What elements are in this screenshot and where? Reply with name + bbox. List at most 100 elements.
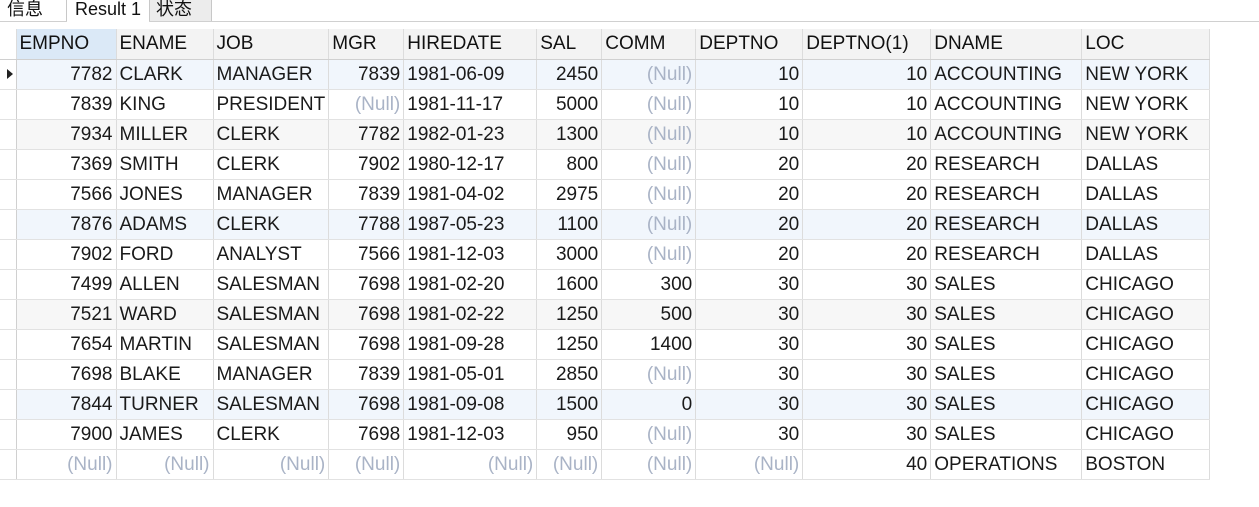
table-cell[interactable]: 7698 <box>328 419 405 450</box>
table-cell[interactable]: 7566 <box>16 179 117 210</box>
table-cell[interactable]: (Null) <box>328 89 405 120</box>
table-cell[interactable]: 5000 <box>536 89 603 120</box>
table-cell[interactable]: 1980-12-17 <box>403 149 538 180</box>
table-row[interactable]: 7782 CLARK MANAGER 7839 1981-06-09 2450 (Null)… <box>0 59 1211 90</box>
table-cell[interactable]: 20 <box>802 239 932 270</box>
table-cell[interactable]: 1981-02-20 <box>403 269 538 300</box>
table-cell[interactable]: CLERK <box>213 149 330 180</box>
table-cell[interactable]: 1981-05-01 <box>403 359 538 390</box>
row-selector[interactable] <box>0 89 17 120</box>
table-cell[interactable]: 1250 <box>536 329 603 360</box>
table-cell[interactable]: 1982-01-23 <box>403 119 538 150</box>
table-cell[interactable]: 1981-02-22 <box>403 299 538 330</box>
table-cell[interactable]: 20 <box>695 179 804 210</box>
table-cell[interactable]: PRESIDENT <box>213 89 330 120</box>
table-cell[interactable]: 30 <box>695 359 804 390</box>
table-cell[interactable]: (Null) <box>601 209 697 240</box>
row-selector[interactable] <box>0 419 17 450</box>
table-cell[interactable]: 7521 <box>16 299 117 330</box>
table-cell[interactable]: RESEARCH <box>930 209 1083 240</box>
table-cell[interactable]: 1500 <box>536 389 603 420</box>
table-cell[interactable]: DALLAS <box>1081 209 1211 240</box>
table-cell[interactable]: 20 <box>695 239 804 270</box>
table-cell[interactable]: 30 <box>695 329 804 360</box>
column-header-deptno[interactable]: DEPTNO <box>695 29 804 60</box>
table-cell[interactable]: KING <box>116 89 214 120</box>
table-cell[interactable]: 7839 <box>328 179 405 210</box>
table-cell[interactable]: BOSTON <box>1081 449 1211 480</box>
table-row[interactable]: 7876 ADAMS CLERK 7788 1987-05-23 1100 (Null) 20… <box>0 209 1211 240</box>
table-cell[interactable]: 7698 <box>328 269 405 300</box>
column-header-sal[interactable]: SAL <box>536 29 603 60</box>
row-selector[interactable] <box>0 359 17 390</box>
table-cell[interactable]: 7499 <box>16 269 117 300</box>
table-cell[interactable]: CHICAGO <box>1081 329 1211 360</box>
row-selector[interactable] <box>0 269 17 300</box>
table-cell[interactable]: 1981-12-03 <box>403 419 538 450</box>
table-row[interactable]: 7900 JAMES CLERK 7698 1981-12-03 950 (Null) 30 3… <box>0 419 1211 450</box>
table-cell[interactable]: 20 <box>695 149 804 180</box>
table-cell[interactable]: (Null) <box>328 449 405 480</box>
table-cell[interactable]: 20 <box>802 179 932 210</box>
table-cell[interactable]: CLERK <box>213 119 330 150</box>
table-cell[interactable]: (Null) <box>601 89 697 120</box>
table-cell[interactable]: 7902 <box>328 149 405 180</box>
table-cell[interactable]: OPERATIONS <box>930 449 1083 480</box>
table-cell[interactable]: FORD <box>116 239 214 270</box>
row-selector[interactable] <box>0 149 17 180</box>
table-cell[interactable]: NEW YORK <box>1081 119 1211 150</box>
table-cell[interactable]: (Null) <box>213 449 330 480</box>
table-cell[interactable]: DALLAS <box>1081 149 1211 180</box>
table-row[interactable]: 7839 KING PRESIDENT (Null) 1981-11-17 5000 (Nu… <box>0 89 1211 120</box>
table-cell[interactable]: 7902 <box>16 239 117 270</box>
table-cell[interactable]: BLAKE <box>116 359 214 390</box>
tab-result-1[interactable]: Result 1 <box>66 0 150 21</box>
table-cell[interactable]: 7698 <box>328 299 405 330</box>
table-cell[interactable]: 7788 <box>328 209 405 240</box>
row-selector[interactable] <box>0 209 17 240</box>
column-header-hiredate[interactable]: HIREDATE <box>403 29 538 60</box>
table-row[interactable]: 7499 ALLEN SALESMAN 7698 1981-02-20 1600 300 30… <box>0 269 1211 300</box>
table-cell[interactable]: 7934 <box>16 119 117 150</box>
table-cell[interactable]: RESEARCH <box>930 179 1083 210</box>
table-cell[interactable]: DALLAS <box>1081 179 1211 210</box>
table-row[interactable]: 7698 BLAKE MANAGER 7839 1981-05-01 2850 (Null)… <box>0 359 1211 390</box>
table-cell[interactable]: SALES <box>930 419 1083 450</box>
table-cell[interactable]: 1600 <box>536 269 603 300</box>
table-cell[interactable]: JONES <box>116 179 214 210</box>
table-cell[interactable]: 7782 <box>16 59 117 90</box>
table-cell[interactable]: TURNER <box>116 389 214 420</box>
table-cell[interactable]: (Null) <box>601 239 697 270</box>
table-cell[interactable]: SALESMAN <box>213 299 330 330</box>
table-cell[interactable]: ACCOUNTING <box>930 89 1083 120</box>
table-cell[interactable]: 10 <box>695 119 804 150</box>
table-cell[interactable]: 20 <box>802 149 932 180</box>
table-cell[interactable]: SMITH <box>116 149 214 180</box>
table-cell[interactable]: RESEARCH <box>930 149 1083 180</box>
table-cell[interactable]: (Null) <box>601 119 697 150</box>
table-cell[interactable]: (Null) <box>601 359 697 390</box>
row-selector[interactable] <box>0 389 17 420</box>
table-cell[interactable]: 7839 <box>16 89 117 120</box>
table-cell[interactable]: 2450 <box>536 59 603 90</box>
row-selector[interactable] <box>0 179 17 210</box>
table-cell[interactable]: 30 <box>695 269 804 300</box>
table-cell[interactable]: NEW YORK <box>1081 59 1211 90</box>
table-row[interactable]: 7934 MILLER CLERK 7782 1982-01-23 1300 (Null) 1… <box>0 119 1211 150</box>
table-row[interactable]: 7844 TURNER SALESMAN 7698 1981-09-08 1500 0 30 3… <box>0 389 1211 420</box>
table-cell[interactable]: 2850 <box>536 359 603 390</box>
table-cell[interactable]: 7369 <box>16 149 117 180</box>
column-header-job[interactable]: JOB <box>213 29 330 60</box>
table-cell[interactable]: CLERK <box>213 419 330 450</box>
table-cell[interactable]: CHICAGO <box>1081 389 1211 420</box>
table-cell[interactable]: SALESMAN <box>213 389 330 420</box>
table-cell[interactable]: NEW YORK <box>1081 89 1211 120</box>
table-cell[interactable]: 7844 <box>16 389 117 420</box>
table-cell[interactable]: 30 <box>802 269 932 300</box>
result-grid[interactable]: EMPNO ENAME JOB MGR HIREDATE SAL COMM DE… <box>0 29 1211 480</box>
table-cell[interactable]: 10 <box>802 89 932 120</box>
table-cell[interactable]: 7782 <box>328 119 405 150</box>
table-cell[interactable]: SALES <box>930 389 1083 420</box>
table-row[interactable]: 7902 FORD ANALYST 7566 1981-12-03 3000 (Null) 2… <box>0 239 1211 270</box>
table-cell[interactable]: 7900 <box>16 419 117 450</box>
